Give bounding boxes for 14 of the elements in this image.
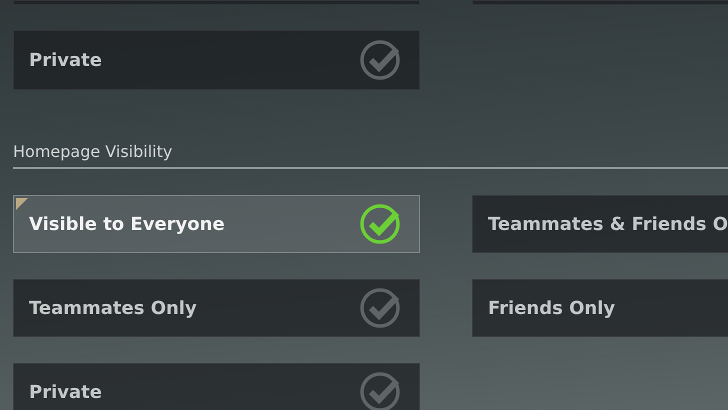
option-label: Friends Only — [488, 298, 616, 318]
option-card[interactable]: Teammates & Friends O — [472, 195, 728, 253]
option-card[interactable]: Teammates Only — [13, 279, 420, 337]
section-title: Homepage Visibility — [13, 142, 728, 169]
option-card[interactable]: Private — [13, 363, 420, 410]
option-label: Private — [29, 382, 102, 402]
option-label: Private — [29, 50, 102, 70]
option-card[interactable]: Friends Only — [472, 279, 728, 337]
option-label: Teammates & Friends O — [488, 214, 728, 234]
option-card[interactable]: Private — [13, 30, 420, 90]
option-card[interactable]: Visible to Everyone — [13, 195, 420, 253]
option-label: Teammates Only — [29, 298, 197, 318]
option-label: Visible to Everyone — [29, 214, 225, 234]
corner-marker — [16, 198, 28, 210]
